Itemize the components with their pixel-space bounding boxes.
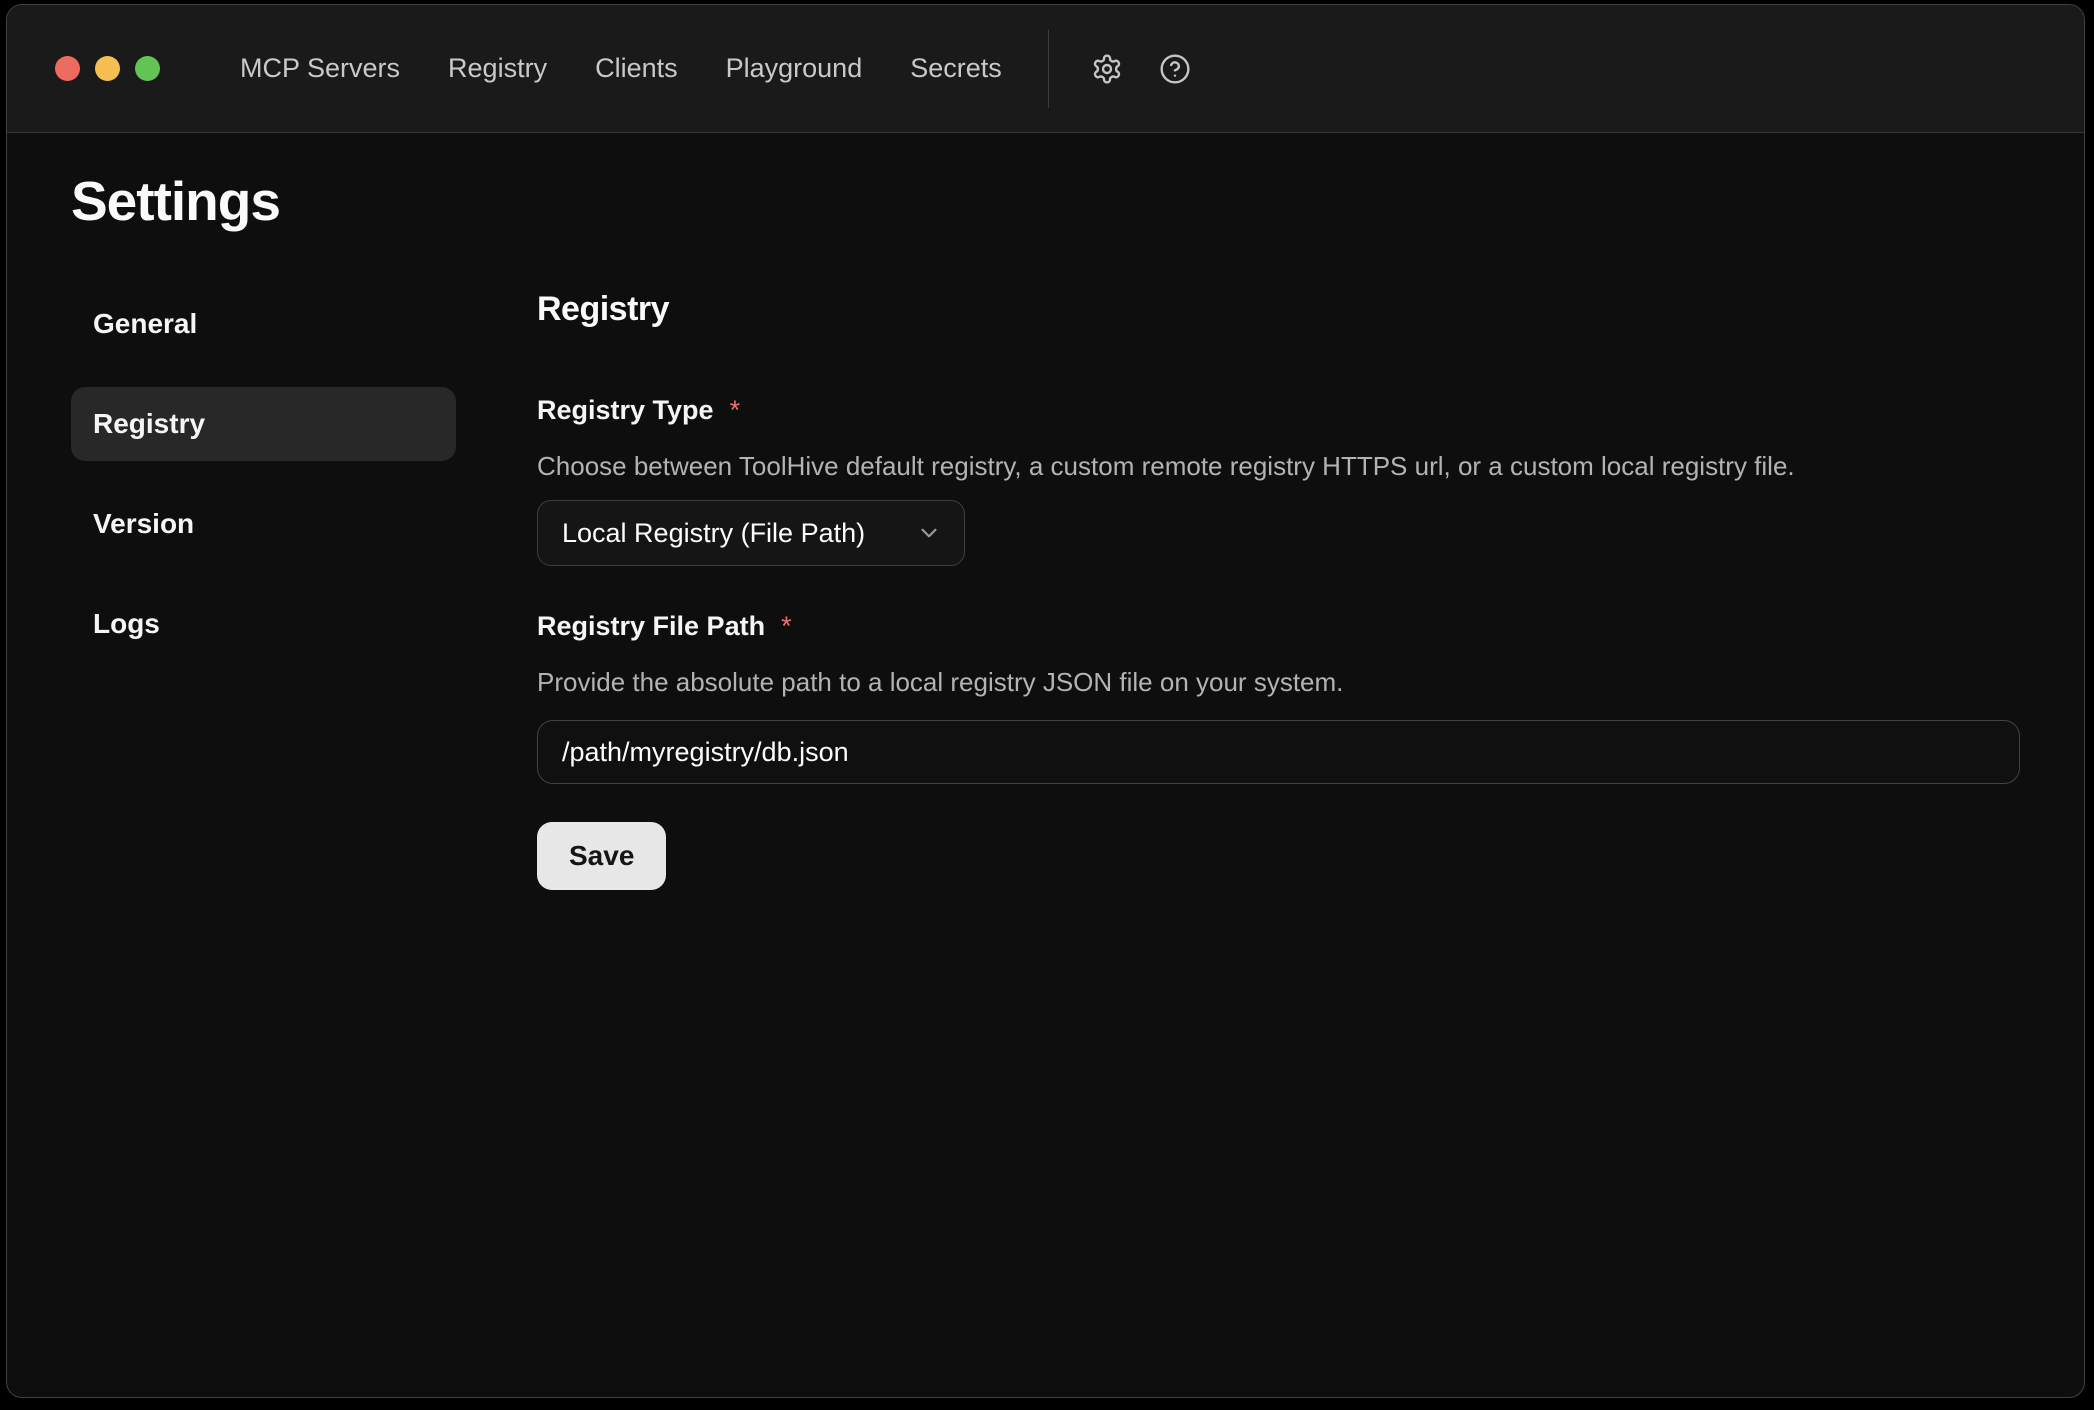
section-title: Registry [537, 287, 2020, 331]
sidebar-item-general[interactable]: General [71, 287, 456, 361]
registry-type-label: Registry Type [537, 393, 714, 427]
window-controls [55, 56, 160, 81]
registry-settings-panel: Registry Registry Type * Choose between … [537, 287, 2020, 890]
nav-clients[interactable]: Clients [595, 53, 678, 84]
required-marker: * [781, 609, 792, 643]
page-title: Settings [71, 169, 2084, 233]
settings-gear-button[interactable] [1091, 53, 1123, 85]
registry-file-path-description: Provide the absolute path to a local reg… [537, 665, 2020, 699]
registry-type-selected-value: Local Registry (File Path) [562, 518, 865, 549]
save-button[interactable]: Save [537, 822, 666, 890]
close-button[interactable] [55, 56, 80, 81]
registry-file-path-label-row: Registry File Path * [537, 609, 2020, 643]
sidebar-item-logs[interactable]: Logs [71, 587, 456, 661]
registry-file-path-input[interactable] [537, 720, 2020, 784]
nav-registry[interactable]: Registry [448, 53, 547, 84]
screenshot-root: { "titlebar": { "window_controls": ["clo… [0, 0, 2094, 1410]
sidebar-item-version[interactable]: Version [71, 487, 456, 561]
settings-page: Settings General Registry Version Logs R… [7, 133, 2084, 890]
chevron-down-icon [916, 520, 942, 546]
minimize-button[interactable] [95, 56, 120, 81]
settings-layout: General Registry Version Logs Registry R… [71, 287, 2084, 890]
sidebar-item-registry[interactable]: Registry [71, 387, 456, 461]
registry-type-select[interactable]: Local Registry (File Path) [537, 500, 965, 566]
settings-sidebar: General Registry Version Logs [71, 287, 456, 661]
nav-playground[interactable]: Playground [726, 53, 863, 84]
titlebar-divider [1048, 30, 1049, 108]
help-button[interactable] [1159, 53, 1191, 85]
registry-file-path-label: Registry File Path [537, 609, 765, 643]
registry-type-label-row: Registry Type * [537, 393, 2020, 427]
maximize-button[interactable] [135, 56, 160, 81]
gear-icon [1091, 53, 1123, 85]
nav-mcp-servers[interactable]: MCP Servers [240, 53, 400, 84]
help-circle-icon [1159, 53, 1191, 85]
nav-secrets[interactable]: Secrets [910, 53, 1002, 84]
required-marker: * [730, 393, 741, 427]
registry-type-description: Choose between ToolHive default registry… [537, 449, 2020, 483]
top-navigation: MCP Servers Registry Clients Playground … [240, 53, 1002, 84]
titlebar: MCP Servers Registry Clients Playground … [7, 5, 2084, 133]
app-window: MCP Servers Registry Clients Playground … [6, 4, 2085, 1398]
